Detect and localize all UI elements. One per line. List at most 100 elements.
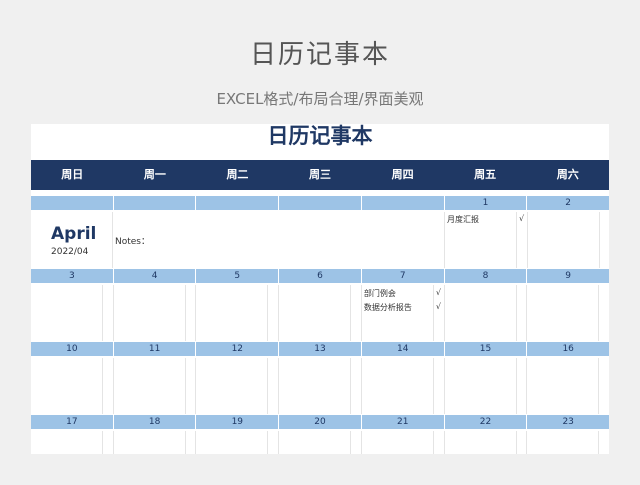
- date-cell[interactable]: 9: [527, 269, 609, 283]
- day-body[interactable]: [445, 358, 528, 414]
- cell-divider: [432, 358, 434, 414]
- weekday-sat: 周六: [556, 168, 579, 181]
- day-body[interactable]: [31, 285, 114, 341]
- date-row-week3: 10 11 12 13 14 15 16: [31, 342, 609, 356]
- banner-subtitle: EXCEL格式/布局合理/界面美观: [216, 90, 424, 108]
- weekday-sun: 周日: [61, 168, 84, 181]
- day-body[interactable]: [362, 358, 445, 414]
- day-body[interactable]: [279, 285, 362, 341]
- cell-divider: [516, 212, 517, 268]
- date-cell[interactable]: 18: [114, 415, 197, 429]
- day-body-sat[interactable]: [528, 212, 610, 268]
- body-row-week3: [31, 358, 609, 414]
- day-body[interactable]: [362, 431, 445, 454]
- day-body-thu[interactable]: 部门例会 √ 数据分析报告 √: [362, 285, 445, 341]
- date-cell[interactable]: 3: [31, 269, 114, 283]
- day-body[interactable]: [445, 285, 528, 341]
- date-cell[interactable]: 1: [445, 196, 528, 210]
- date-row-week2: 3 4 5 6 7 8 9: [31, 269, 609, 283]
- day-body[interactable]: [31, 431, 114, 454]
- date-cell[interactable]: 14: [362, 342, 445, 356]
- date-cell[interactable]: 2: [527, 196, 609, 210]
- day-body[interactable]: [114, 285, 197, 341]
- cell-divider: [598, 285, 600, 341]
- date-cell[interactable]: 22: [445, 415, 528, 429]
- notes-cell[interactable]: Notes：: [113, 212, 444, 268]
- date-cell[interactable]: 5: [196, 269, 280, 283]
- weekday-header: 周日 周一 周二 周三 周四 周五 周六: [31, 160, 609, 190]
- day-body[interactable]: [279, 431, 362, 454]
- cell-divider: [515, 285, 517, 341]
- cell-divider: [184, 431, 186, 454]
- cell-divider: [598, 431, 600, 454]
- date-cell[interactable]: 23: [527, 415, 609, 429]
- day-body[interactable]: [196, 431, 280, 454]
- month-name: April: [51, 224, 97, 244]
- date-cell[interactable]: [196, 196, 280, 210]
- month-year: 2022/04: [51, 247, 89, 257]
- day-body[interactable]: [196, 285, 280, 341]
- date-cell[interactable]: 16: [527, 342, 609, 356]
- date-cell[interactable]: [362, 196, 445, 210]
- notes-label: Notes：: [115, 237, 150, 247]
- day-body[interactable]: [445, 431, 528, 454]
- date-cell[interactable]: 20: [279, 415, 362, 429]
- cell-divider: [267, 285, 269, 341]
- task-text: 部门例会: [363, 289, 396, 298]
- date-cell[interactable]: 8: [445, 269, 528, 283]
- date-cell[interactable]: 17: [31, 415, 114, 429]
- cell-divider: [432, 285, 434, 341]
- date-cell[interactable]: [31, 196, 114, 210]
- date-cell[interactable]: [279, 196, 362, 210]
- day-body-fri[interactable]: 月度汇报 √: [444, 212, 528, 268]
- month-cell: April 2022/04: [31, 212, 113, 268]
- date-cell[interactable]: 19: [196, 415, 280, 429]
- date-cell[interactable]: 10: [31, 342, 114, 356]
- weekday-fri: 周五: [474, 168, 497, 181]
- day-body[interactable]: [527, 285, 609, 341]
- day-body[interactable]: [196, 358, 280, 414]
- day-body[interactable]: [114, 358, 197, 414]
- weekday-mon: 周一: [143, 168, 166, 181]
- date-row-week4: 17 18 19 20 21 22 23: [31, 415, 609, 429]
- cell-divider: [184, 358, 186, 414]
- cell-divider: [515, 431, 517, 454]
- day-body[interactable]: [114, 431, 197, 454]
- weekday-tue: 周二: [226, 168, 249, 181]
- task-check: √: [519, 214, 525, 223]
- cell-divider: [102, 285, 103, 341]
- cell-divider: [267, 358, 269, 414]
- cell-divider: [350, 358, 352, 414]
- cell-divider: [598, 358, 600, 414]
- day-body[interactable]: [527, 431, 609, 454]
- date-cell[interactable]: 15: [445, 342, 528, 356]
- body-row-week1: 月度汇报 √: [444, 212, 609, 268]
- task-text: 月度汇报: [447, 215, 479, 224]
- task-check: √: [435, 288, 441, 297]
- cell-divider: [350, 431, 352, 454]
- cell-divider: [350, 285, 352, 341]
- day-body[interactable]: [527, 358, 609, 414]
- date-cell[interactable]: 7: [362, 269, 445, 283]
- date-cell[interactable]: 13: [279, 342, 362, 356]
- cell-divider: [598, 212, 600, 268]
- sheet-title: 日历记事本: [267, 124, 373, 148]
- cell-divider: [515, 358, 517, 414]
- weekday-thu: 周四: [391, 168, 414, 181]
- date-cell[interactable]: 6: [279, 269, 362, 283]
- cell-divider: [432, 431, 434, 454]
- date-cell[interactable]: 4: [114, 269, 197, 283]
- date-cell[interactable]: 12: [196, 342, 280, 356]
- date-cell[interactable]: 11: [114, 342, 197, 356]
- day-body[interactable]: [31, 358, 114, 414]
- cell-divider: [267, 431, 269, 454]
- weekday-wed: 周三: [309, 168, 332, 181]
- date-cell[interactable]: [114, 196, 197, 210]
- cell-divider: [102, 431, 103, 454]
- body-row-week4: [31, 431, 609, 454]
- task-text: 数据分析报告: [363, 303, 412, 312]
- task-check: √: [435, 302, 441, 311]
- cell-divider: [184, 285, 186, 341]
- day-body[interactable]: [279, 358, 362, 414]
- date-cell[interactable]: 21: [362, 415, 445, 429]
